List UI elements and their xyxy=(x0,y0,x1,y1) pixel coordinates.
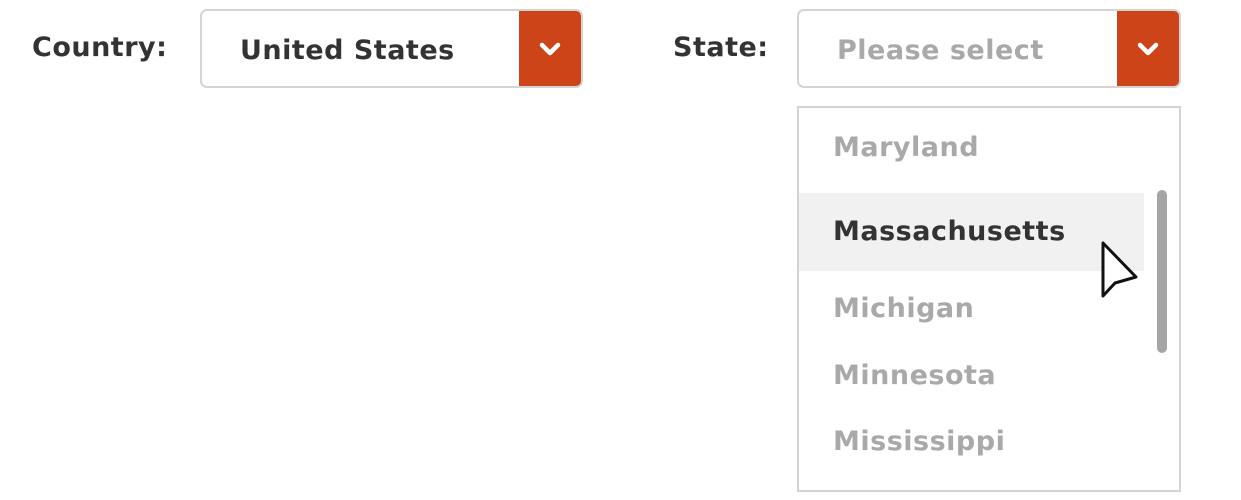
country-dropdown-button[interactable] xyxy=(519,11,581,86)
state-dropdown-button[interactable] xyxy=(1117,11,1179,86)
dropdown-scrollbar[interactable] xyxy=(1157,190,1167,353)
state-option-maryland[interactable]: Maryland xyxy=(799,132,1144,163)
state-option-minnesota[interactable]: Minnesota xyxy=(799,360,1144,391)
country-select[interactable]: United States xyxy=(200,9,583,88)
country-select-value: United States xyxy=(240,35,455,66)
state-option-michigan[interactable]: Michigan xyxy=(799,293,1144,324)
state-option-massachusetts[interactable]: Massachusetts xyxy=(799,193,1144,271)
state-label: State: xyxy=(673,32,769,63)
chevron-down-icon xyxy=(1137,42,1159,55)
country-label: Country: xyxy=(32,32,168,63)
state-option-mississippi[interactable]: Mississippi xyxy=(799,426,1144,457)
mouse-pointer-icon xyxy=(1101,241,1138,298)
chevron-down-icon xyxy=(539,42,561,55)
state-select[interactable]: Please select xyxy=(797,9,1181,88)
state-select-placeholder: Please select xyxy=(837,35,1044,66)
